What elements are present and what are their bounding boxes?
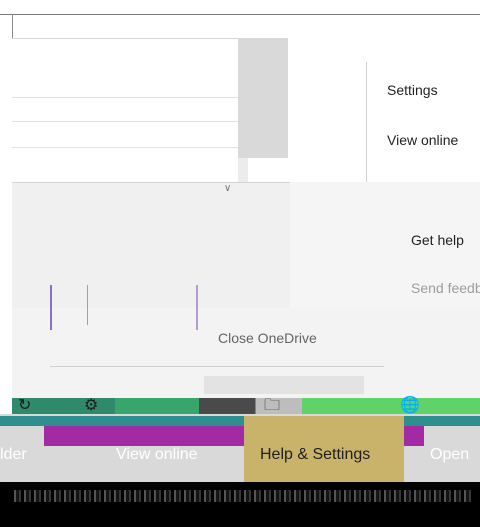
gear-icon[interactable]: ⚙ [84,397,98,415]
taskbar-content [14,490,474,502]
window-top-border [0,14,480,15]
section-divider [50,366,384,367]
menu-item-get-help[interactable]: Get help [411,232,464,248]
globe-icon[interactable]: 🌐 [400,397,420,415]
left-content-pane [12,38,240,159]
menu-item-send-feedback[interactable]: Send feedback [411,280,480,296]
folder-icon[interactable]: 🗀 [264,397,280,415]
menu-item-view-online[interactable]: View online [387,132,458,148]
scrollbar-track[interactable] [238,38,288,158]
tab-help-settings-label: Help & Settings [260,446,371,463]
pane-divider [12,121,240,122]
pane-divider [12,147,240,148]
context-menu: Settings View online [366,62,480,182]
sync-icon[interactable]: ↻ [18,397,31,415]
tab-view-online[interactable]: View online [116,446,198,464]
divider-line [50,285,52,330]
divider-line [87,285,88,325]
menu-item-close-onedrive[interactable]: Close OneDrive [218,330,317,346]
onedrive-help-settings-screen: Settings View online ∨ Get help Send fee… [0,0,480,527]
chevron-down-icon[interactable]: ∨ [224,183,231,194]
pane-divider [12,97,240,98]
tab-open-folder[interactable]: lder [0,446,27,464]
menu-item-settings[interactable]: Settings [387,82,438,98]
status-field [204,376,364,394]
divider-line [196,285,198,330]
tab-open[interactable]: Open [430,446,469,464]
tab-bar-accent [0,416,480,426]
taskbar [0,482,480,527]
